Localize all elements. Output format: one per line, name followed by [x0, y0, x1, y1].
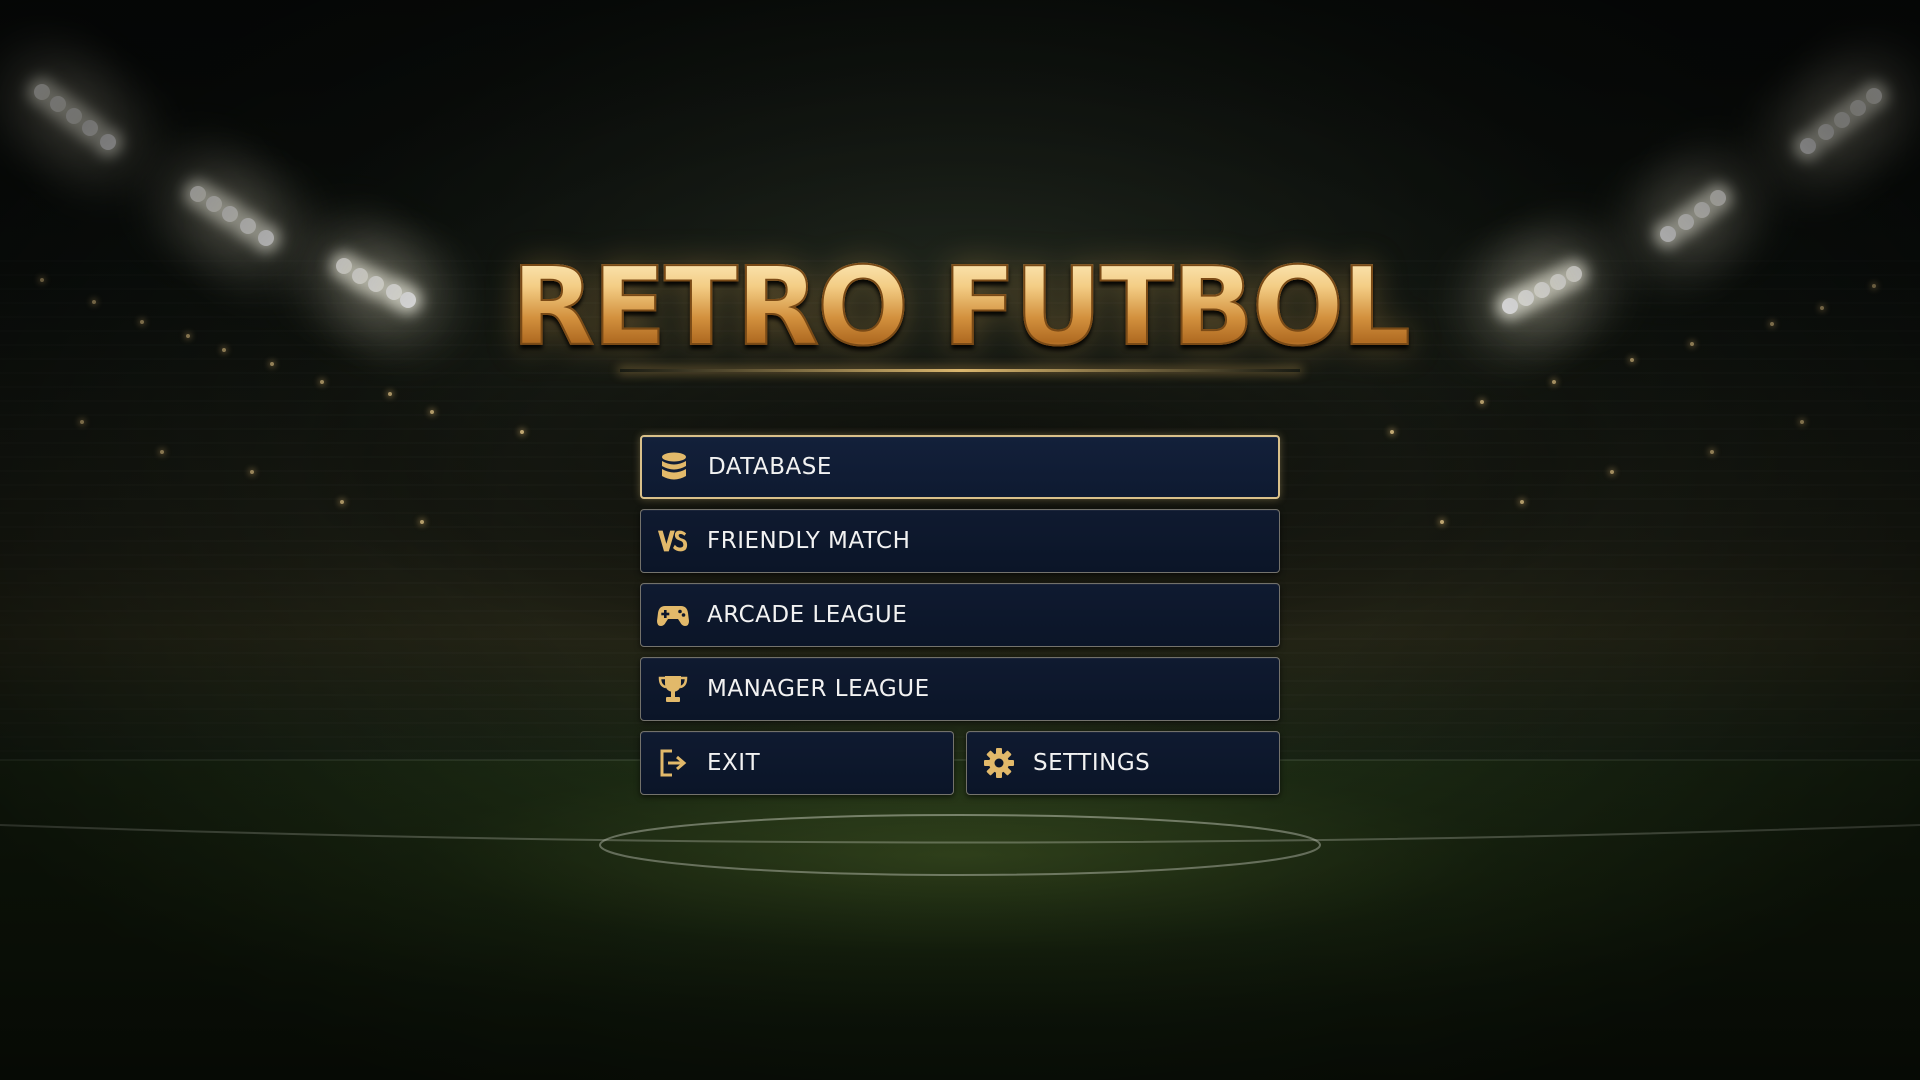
exit-icon: [657, 747, 689, 779]
friendly-match-button[interactable]: FRIENDLY MATCH: [640, 509, 1280, 573]
manager-league-button[interactable]: MANAGER LEAGUE: [640, 657, 1280, 721]
friendly-match-label: FRIENDLY MATCH: [707, 528, 911, 554]
arcade-league-button[interactable]: ARCADE LEAGUE: [640, 583, 1280, 647]
arcade-league-label: ARCADE LEAGUE: [707, 602, 908, 628]
gear-icon: [983, 747, 1015, 779]
database-button[interactable]: DATABASE: [640, 435, 1280, 499]
game-title-logo: RETRO FUTBOL: [0, 247, 1920, 369]
stadium-background: RETRO FUTBOL DATABASE FRIENDLY MATCH ARC…: [0, 0, 1920, 1080]
gamepad-icon: [657, 599, 689, 631]
database-label: DATABASE: [708, 454, 832, 480]
title-underline: [620, 369, 1300, 372]
exit-button[interactable]: EXIT: [640, 731, 954, 795]
football-pitch: [0, 760, 1920, 1080]
exit-label: EXIT: [707, 750, 761, 776]
database-icon: [658, 451, 690, 483]
settings-button[interactable]: SETTINGS: [966, 731, 1280, 795]
vs-icon: [657, 525, 689, 557]
manager-league-label: MANAGER LEAGUE: [707, 676, 930, 702]
settings-label: SETTINGS: [1033, 750, 1151, 776]
trophy-icon: [657, 673, 689, 705]
